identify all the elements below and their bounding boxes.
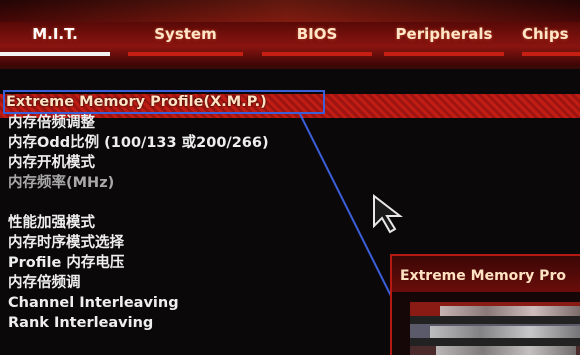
header-divider xyxy=(0,66,580,69)
tab-bios[interactable]: BIOS xyxy=(262,22,372,56)
xmp-popup: Extreme Memory Pro xyxy=(390,254,580,355)
tab-mit[interactable]: M.I.T. xyxy=(0,22,110,56)
header-sheen xyxy=(0,0,580,22)
header-bar: M.I.T. System BIOS Peripherals Chips xyxy=(0,0,580,66)
menu-item-performance-enhance[interactable]: 性能加强模式 xyxy=(8,213,95,233)
menu-item-channel-interleaving[interactable]: Channel Interleaving xyxy=(8,293,179,313)
blurred-region xyxy=(430,326,580,338)
menu-item-memory-boot-mode[interactable]: 内存开机模式 xyxy=(8,153,95,173)
mouse-cursor-icon xyxy=(373,194,403,234)
menu-item-xmp[interactable]: Extreme Memory Profile(X.M.P.) xyxy=(6,92,267,112)
tab-chipset[interactable]: Chips xyxy=(522,22,580,56)
popup-title: Extreme Memory Pro xyxy=(400,268,566,284)
blurred-region xyxy=(440,306,580,316)
menu-item-memory-multiplier[interactable]: 内存倍频调整 xyxy=(8,113,95,133)
popup-option-list xyxy=(410,302,580,355)
tab-system[interactable]: System xyxy=(128,22,243,56)
menu-item-memory-ratio[interactable]: 内存倍频调 xyxy=(8,273,81,293)
menu-item-profile-voltage[interactable]: Profile 内存电压 xyxy=(8,253,124,273)
blurred-region xyxy=(436,346,576,355)
menu-item-timing-mode[interactable]: 内存时序模式选择 xyxy=(8,233,124,253)
menu-item-rank-interleaving[interactable]: Rank Interleaving xyxy=(8,313,153,333)
menu-item-memory-odd-ratio[interactable]: 内存Odd比例 (100/133 或200/266) xyxy=(8,133,269,153)
menu-item-memory-frequency: 内存频率(MHz) xyxy=(8,175,115,191)
bios-screen: M.I.T. System BIOS Peripherals Chips Ext… xyxy=(0,0,580,355)
tab-peripherals[interactable]: Peripherals xyxy=(384,22,504,56)
